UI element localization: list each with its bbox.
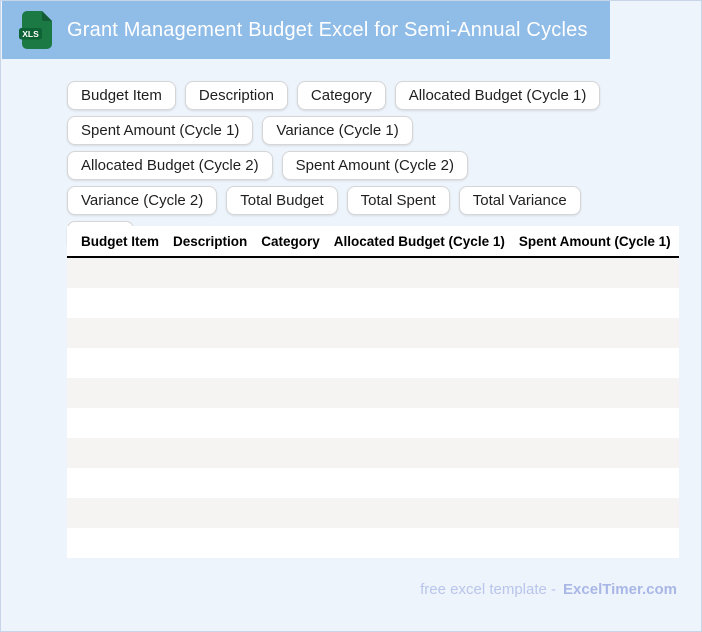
chip-description[interactable]: Description <box>184 81 288 110</box>
header-banner: XLS Grant Management Budget Excel for Se… <box>2 1 610 59</box>
column-header-spent-amount-cycle-1: Spent Amount (Cycle 1) <box>518 233 671 249</box>
table-row <box>67 318 679 348</box>
page: { "header": { "title": "Grant Management… <box>0 0 702 632</box>
chip-total-spent[interactable]: Total Spent <box>346 186 450 215</box>
chip-total-variance[interactable]: Total Variance <box>458 186 581 215</box>
column-chip-list: Budget Item Description Category Allocat… <box>67 81 615 250</box>
budget-table: Budget Item Description Category Allocat… <box>67 226 679 558</box>
brand-link[interactable]: ExcelTimer.com <box>563 581 677 598</box>
column-header-category: Category <box>261 233 320 249</box>
table-row <box>67 258 679 288</box>
chip-allocated-budget-cycle-1[interactable]: Allocated Budget (Cycle 1) <box>394 81 601 110</box>
table-row <box>67 438 679 468</box>
column-header-description: Description <box>173 233 248 249</box>
chip-spent-amount-cycle-2[interactable]: Spent Amount (Cycle 2) <box>281 151 469 180</box>
table-row <box>67 348 679 378</box>
chip-budget-item[interactable]: Budget Item <box>67 81 176 110</box>
table-row <box>67 288 679 318</box>
svg-text:XLS: XLS <box>22 29 39 39</box>
footer-text: free excel template - <box>420 581 557 598</box>
column-header-variance-cycle-1: Variance (Cycle 1) <box>678 234 679 249</box>
table-row <box>67 498 679 528</box>
xls-file-icon: XLS <box>18 11 54 49</box>
chip-allocated-budget-cycle-2[interactable]: Allocated Budget (Cycle 2) <box>67 151 273 180</box>
chip-category[interactable]: Category <box>296 81 386 110</box>
chip-total-budget[interactable]: Total Budget <box>226 186 338 215</box>
table-row <box>67 468 679 498</box>
page-title: Grant Management Budget Excel for Semi-A… <box>67 18 588 41</box>
table-row <box>67 528 679 558</box>
chip-variance-cycle-1[interactable]: Variance (Cycle 1) <box>262 116 413 145</box>
table-header-row: Budget Item Description Category Allocat… <box>67 226 679 258</box>
chip-variance-cycle-2[interactable]: Variance (Cycle 2) <box>67 186 218 215</box>
table-row <box>67 408 679 438</box>
column-header-budget-item: Budget Item <box>81 233 160 249</box>
chip-spent-amount-cycle-1[interactable]: Spent Amount (Cycle 1) <box>67 116 254 145</box>
table-row <box>67 378 679 408</box>
table-body <box>67 258 679 558</box>
footer: free excel template - ExcelTimer.com <box>420 581 677 598</box>
column-header-allocated-budget-cycle-1: Allocated Budget (Cycle 1) <box>333 233 505 249</box>
